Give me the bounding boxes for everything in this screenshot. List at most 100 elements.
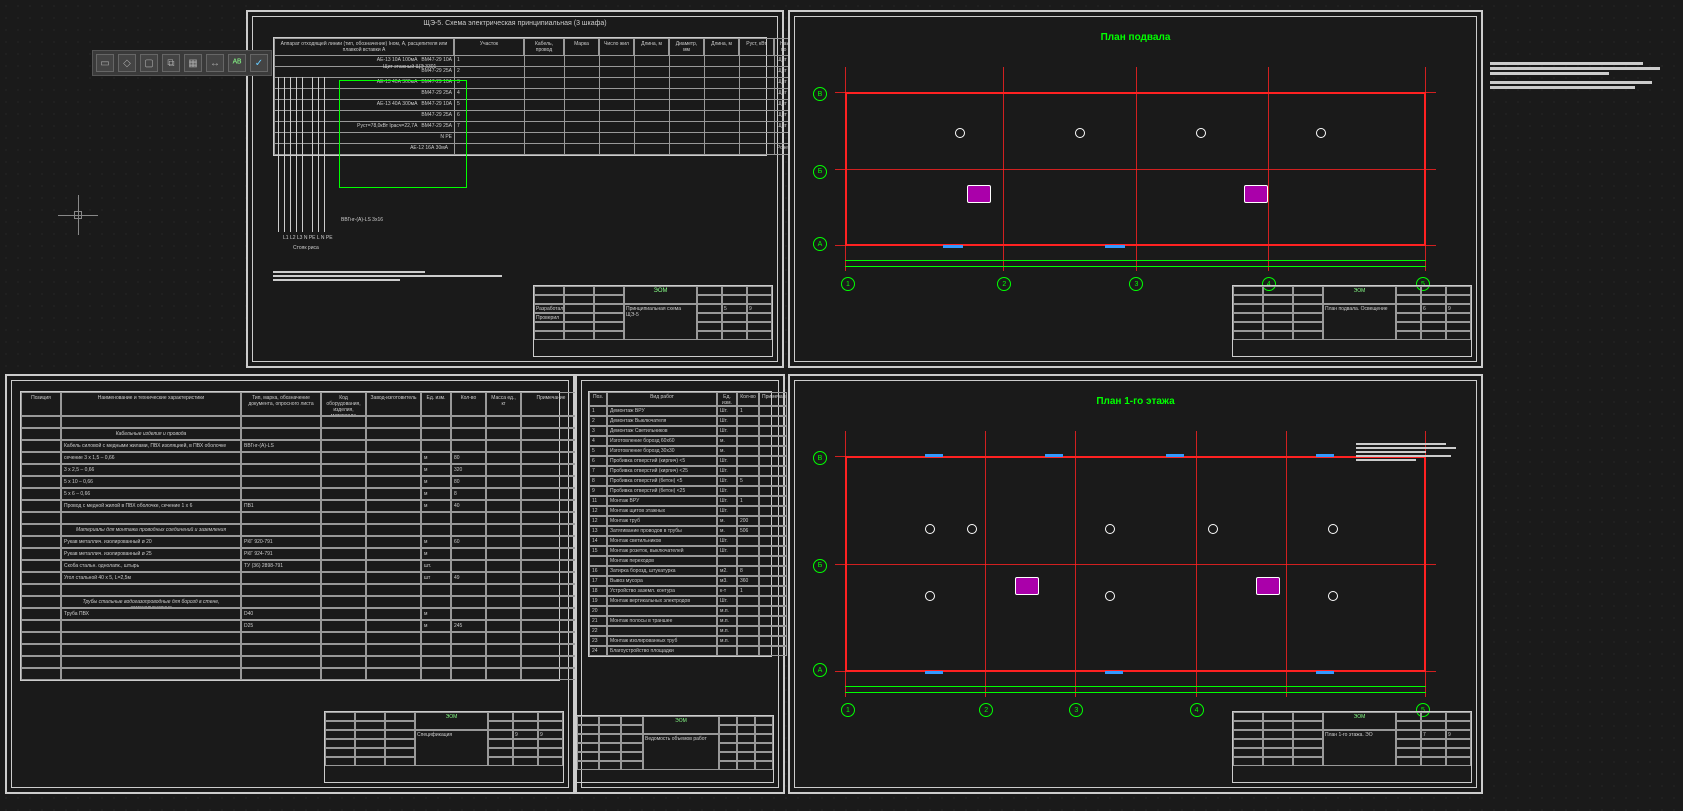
spec-row: Угол стальной 40 x 5, L=2,5м шт49 <box>21 572 559 584</box>
tb-drawing: План 1-го этажа. ЭО <box>1323 730 1396 766</box>
plan-basement-area: 1 2 3 4 5 В Б А <box>835 67 1436 271</box>
work-row: 7Пробивка отверстий (кирпич) <25Шт. <box>589 466 771 476</box>
work-row: 14Монтаж светильниковШт. <box>589 536 771 546</box>
window-segment <box>1166 454 1184 457</box>
tb-row: Разработал <box>534 304 564 313</box>
outlet <box>1208 524 1218 534</box>
spec-blank <box>21 584 559 596</box>
title-block-floor1: ЭОМ План 1-го этажа. ЭО 79 <box>1232 711 1472 783</box>
wh-pos: Поз. <box>589 392 607 406</box>
hdr-mark: Марка <box>564 38 599 56</box>
spec-section: Кабельные изделия и провода <box>21 428 559 440</box>
axis-bubble: 1 <box>841 277 855 291</box>
work-row: 24Благоустройство площадки <box>589 646 771 656</box>
tb-sheet: 5 <box>722 304 747 313</box>
tb-sheet: 9 <box>513 730 538 739</box>
outlet <box>1328 591 1338 601</box>
tool-copy-icon[interactable]: ⧉ <box>162 54 180 72</box>
bus-label: Щит этажный ЩЭ 3301 <box>383 64 436 70</box>
hdr-len: Длина, м <box>634 38 669 56</box>
tb-sheets: 9 <box>1446 304 1471 313</box>
sheet-schematic: ЩЭ-5. Схема электрическая принципиальная… <box>246 10 784 368</box>
tool-rect-icon[interactable]: ▭ <box>96 54 114 72</box>
outlet <box>925 591 935 601</box>
wh-note: Примечание <box>759 392 787 406</box>
floor1-notes <box>1356 441 1456 463</box>
title-block-works: ЭОМ Ведомость объемов работ <box>576 715 774 783</box>
schematic-row: BM47-29 25A2Щит квартирный <box>274 67 766 78</box>
work-row: 20м.п. <box>589 606 771 616</box>
hdr-pipel: Длина, м <box>704 38 739 56</box>
work-row: 18Устройство заземл. контурак-т1 <box>589 586 771 596</box>
work-row: 9Пробивка отверстий (бетон) <25Шт. <box>589 486 771 496</box>
tool-hatch-icon[interactable]: ▦ <box>184 54 202 72</box>
window-segment <box>1316 454 1334 457</box>
spec-row: Провод с медной жилой в ПВХ оболочке, се… <box>21 500 559 512</box>
work-row: Монтаж переходов <box>589 556 771 566</box>
sheet-specification: Позиция Наименование и технические харак… <box>5 374 575 794</box>
tb-sheet: 7 <box>1421 730 1446 739</box>
tb-drawing: Спецификация <box>415 730 488 766</box>
stair-fixture <box>967 185 991 203</box>
sheet-plan-floor1: План 1-го этажа 1 2 3 4 5 В Б А <box>788 374 1483 794</box>
tool-align-icon[interactable]: ▢ <box>140 54 158 72</box>
works-table: Поз. Вид работ Ед. изм. Кол-во Примечани… <box>588 391 772 657</box>
sh-maker: Завод-изготовитель <box>366 392 421 416</box>
sh-note: Примечание <box>521 392 581 416</box>
sh-qty: Кол-во <box>451 392 486 416</box>
plan-floor1-title: План 1-го этажа <box>1096 396 1174 407</box>
general-notes <box>1490 60 1660 140</box>
floating-toolbar: ▭ ◇ ▢ ⧉ ▦ ↔ ᴬᴮ ✓ <box>92 50 272 76</box>
spec-row: Кабель силовой с медными жилами, ПВХ изо… <box>21 440 559 452</box>
axis-bubble: 2 <box>997 277 1011 291</box>
work-row: 5Изготовление борозд 30х30м. <box>589 446 771 456</box>
axis-bubble: 3 <box>1069 703 1083 717</box>
schematic-notes <box>273 269 527 283</box>
plan-floor1-area: 1 2 3 4 5 В Б А <box>835 431 1436 697</box>
title-block-schematic: ЭОМ Разработал Принципиальная схема ЩЭ-5… <box>533 285 773 357</box>
spec-row: 5 x 10 – 0,66м80 <box>21 476 559 488</box>
schematic-row: АЕ-13 10А 100мАBM47-29 10A1Щит квартирны… <box>274 56 766 67</box>
tool-dim-icon[interactable]: ↔ <box>206 54 224 72</box>
spec-row: 3 x 2,5 – 0,66м320 <box>21 464 559 476</box>
stair-fixture <box>1256 577 1280 595</box>
stair-fixture <box>1244 185 1268 203</box>
spec-row: Скоба стальн. однолапк., штырь ТУ (36) 2… <box>21 560 559 572</box>
title-block-spec: ЭОМ Спецификация 99 <box>324 711 564 783</box>
spec-blank <box>21 668 559 680</box>
hdr-cp: Pуст, кВт <box>739 38 774 56</box>
sh-mass: Масса ед., кг <box>486 392 521 416</box>
spec-row: Труба ПВХ D40м <box>21 608 559 620</box>
work-row: 13Затягивание проводов в трубым.506 <box>589 526 771 536</box>
work-row: 3Демонтаж СветильниковШт. <box>589 426 771 436</box>
tb-sheets: 9 <box>747 304 772 313</box>
spec-row: Рукав металлич. изолированный ø 20 РКГ 9… <box>21 536 559 548</box>
tb-row: Проверил <box>534 313 564 322</box>
work-row: 12Монтаж трубм.200 <box>589 516 771 526</box>
tb-drawing: Принципиальная схема ЩЭ-5 <box>624 304 697 340</box>
tb-project: ЭОМ <box>1323 712 1396 730</box>
tool-poly-icon[interactable]: ◇ <box>118 54 136 72</box>
sh-pos: Позиция <box>21 392 61 416</box>
window-segment <box>1045 454 1063 457</box>
tool-text-icon[interactable]: ᴬᴮ <box>228 54 246 72</box>
work-row: 1Демонтаж ВРУШт.1 <box>589 406 771 416</box>
axis-bubble: 1 <box>841 703 855 717</box>
tb-drawing: План подвала. Освещение <box>1323 304 1396 340</box>
work-row: 23Монтаж изолированных трубм.п. <box>589 636 771 646</box>
sh-type: Тип, марка, обозначение документа, опрос… <box>241 392 321 416</box>
incoming-cable: ВВГнг-(A)-LS 3x16 <box>341 217 383 223</box>
window-segment <box>1316 671 1334 674</box>
tb-project: ЭОМ <box>643 716 719 734</box>
work-row: 17Вывоз мусорам3.360 <box>589 576 771 586</box>
axis-bubble: В <box>813 87 827 101</box>
hdr-cable: Кабель, провод <box>524 38 564 56</box>
spec-blank <box>21 632 559 644</box>
axis-bubble: А <box>813 663 827 677</box>
door-segment <box>943 245 963 248</box>
spec-blank <box>21 512 559 524</box>
tb-project: ЭОМ <box>624 286 697 304</box>
spec-row: 5 x 6 – 0,66м8 <box>21 488 559 500</box>
tool-check-icon[interactable]: ✓ <box>250 54 268 72</box>
window-segment <box>925 454 943 457</box>
